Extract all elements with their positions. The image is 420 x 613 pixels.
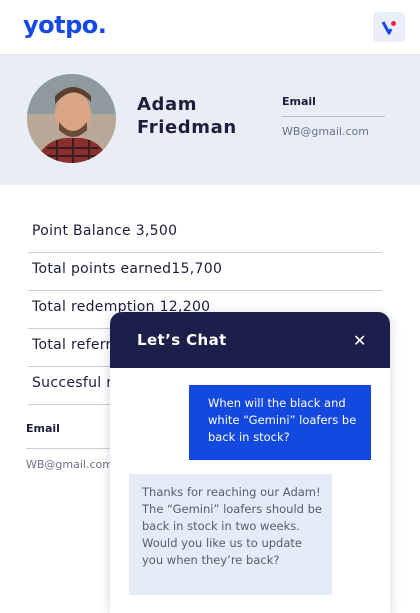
yotpo-logo[interactable]: yotpo.	[23, 11, 107, 39]
v-heart-icon	[381, 21, 396, 35]
profile-email-label: Email	[282, 95, 316, 108]
profile-email-value[interactable]: WB@gmail.com	[282, 125, 369, 138]
email-value[interactable]: WB@gmail.com	[26, 458, 113, 471]
stat-row-point-balance: Point Balance 3,500	[28, 215, 382, 253]
stat-label: Succesful r	[32, 375, 113, 391]
profile-panel: Adam Friedman Email WB@gmail.com	[0, 55, 420, 185]
bot-message-bubble: Thanks for reaching our Adam! The “Gemin…	[129, 474, 332, 595]
app-switcher-button[interactable]	[373, 12, 405, 42]
chat-header: Let’s Chat ✕	[110, 312, 390, 368]
avatar	[27, 74, 116, 163]
email-underline	[26, 448, 110, 449]
stat-row-total-points-earned: Total points earned15,700	[28, 253, 382, 291]
stat-label: Total points earned15,700	[32, 261, 223, 277]
email-label: Email	[26, 422, 60, 435]
user-message-bubble: When will the black and white “Gemini” l…	[189, 385, 371, 460]
stat-label: Total referr	[32, 337, 112, 353]
close-icon[interactable]: ✕	[353, 331, 366, 350]
chat-title: Let’s Chat	[137, 331, 227, 349]
avatar-photo	[27, 74, 116, 163]
profile-name: Adam Friedman	[137, 94, 237, 138]
chat-widget: Let’s Chat ✕ When will the black and whi…	[110, 312, 390, 613]
top-bar: yotpo.	[0, 0, 420, 55]
stat-label: Point Balance 3,500	[32, 223, 178, 239]
profile-email-underline	[282, 116, 385, 117]
